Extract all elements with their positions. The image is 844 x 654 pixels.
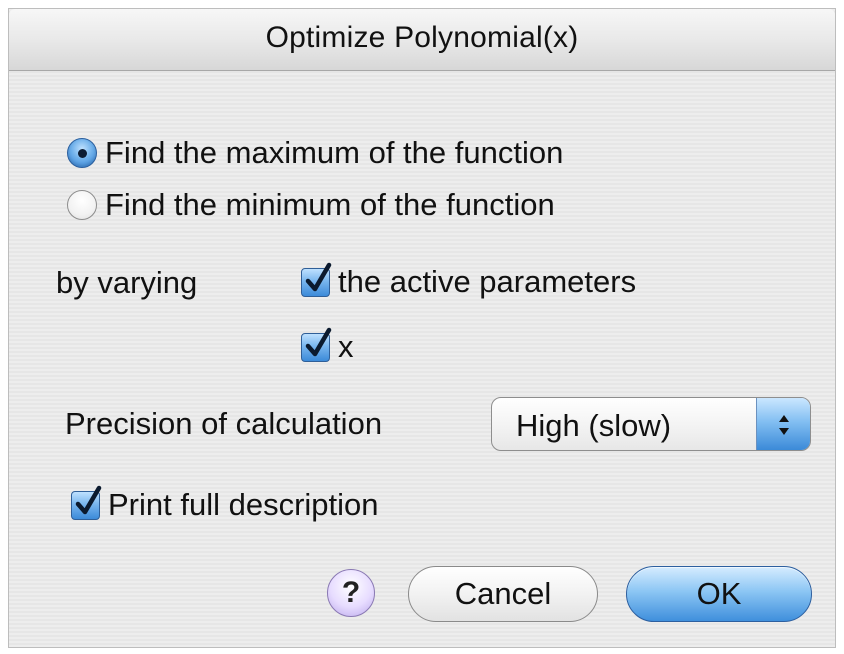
checkmark-icon [305,327,332,356]
help-button[interactable]: ? [327,569,375,617]
precision-popup[interactable]: High (slow) [491,397,811,451]
by-varying-label: by varying [56,265,198,300]
optimize-dialog: Optimize Polynomial(x) Find the maximum … [8,8,836,648]
cancel-button[interactable]: Cancel [408,566,598,622]
checkmark-icon [75,485,102,514]
radio-unselected-icon[interactable] [67,190,97,220]
radio-minimum-label: Find the minimum of the function [105,187,555,222]
checkbox-x[interactable]: x [301,327,354,365]
radio-maximum-label: Find the maximum of the function [105,135,564,170]
checkbox-active-parameters[interactable]: the active parameters [301,262,637,300]
checkbox-print-description[interactable]: Print full description [71,485,379,523]
title-bar[interactable]: Optimize Polynomial(x) [9,9,835,71]
checkbox-active-parameters-box[interactable] [301,262,332,297]
radio-selected-icon[interactable] [67,138,97,168]
checkmark-icon [305,262,332,291]
popup-arrows[interactable] [756,398,810,450]
dialog-title: Optimize Polynomial(x) [265,21,579,54]
checkbox-x-box[interactable] [301,327,332,362]
checkbox-x-label: x [338,329,354,364]
radio-maximum[interactable]: Find the maximum of the function [67,135,563,171]
popup-arrows-icon [779,415,789,435]
checkbox-print-description-label: Print full description [108,487,379,522]
checkbox-print-description-box[interactable] [71,485,102,520]
checkbox-active-parameters-label: the active parameters [338,264,637,299]
precision-label: Precision of calculation [65,406,383,441]
help-icon: ? [341,576,361,609]
precision-value: High (slow) [516,408,672,443]
radio-minimum[interactable]: Find the minimum of the function [67,187,555,223]
ok-button[interactable]: OK [626,566,812,622]
ok-button-label: OK [696,576,742,611]
cancel-button-label: Cancel [454,576,552,611]
